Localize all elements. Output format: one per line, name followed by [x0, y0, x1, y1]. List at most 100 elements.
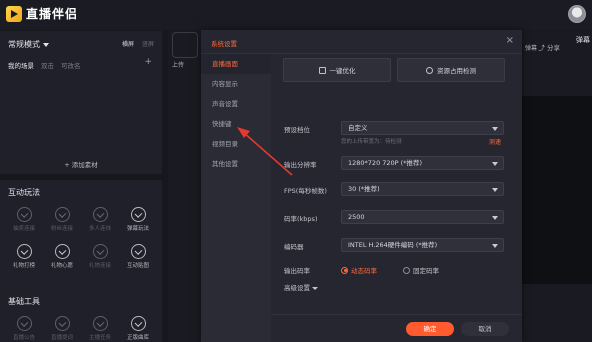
fixed-bitrate-label: 固定码率 [413, 267, 439, 275]
interactive-tool-label: 互动贴图 [126, 263, 149, 269]
preset-value: 自定义 [348, 124, 368, 132]
danmu-label[interactable]: 弹幕 [525, 43, 537, 52]
scene-panel: 常规模式 横屏 竖屏 我的场景 双击 可改名 + + 添加素材 [0, 31, 162, 174]
cancel-button[interactable]: 取消 [461, 322, 509, 336]
detect-icon [426, 66, 433, 74]
interactive-tool-icon [54, 207, 70, 222]
interactive-tool-label: 粉丝连接 [50, 226, 73, 232]
chevron-down-icon [492, 244, 498, 248]
interactive-tool-icon [16, 207, 32, 222]
sidebar-item[interactable]: 其他设置 [201, 154, 271, 174]
fps-select[interactable]: 30 (*推荐) [341, 182, 504, 196]
sidebar-item[interactable]: 快捷键 [201, 114, 271, 134]
app-name: 直播伴侣 [26, 7, 79, 21]
fps-label: FPS(每秒帧数) [284, 187, 327, 195]
tools-panel: 互动玩法 抽奖连接 粉丝连接 多人连线 弹幕玩法 礼物打榜 礼物心愿 礼物连接 互动贴图 基础… [0, 180, 162, 342]
interactive-tool[interactable]: 粉丝连接 [43, 207, 81, 237]
sidebar-item[interactable]: 声音设置 [201, 94, 271, 114]
chevron-down-icon [43, 42, 49, 47]
basic-tools: 直播公告 直播提词 主播任务 正版曲库 [5, 316, 157, 342]
interactive-tool-icon [130, 244, 146, 259]
top-bar: 直播伴侣 [0, 0, 592, 30]
dialog-footer: 确定 取消 [271, 314, 522, 342]
interactive-tool-label: 弹幕玩法 [126, 226, 149, 232]
view-portrait[interactable]: 竖屏 [142, 39, 154, 48]
resolution-value: 1280*720 720P (*推荐) [348, 159, 422, 167]
share-label: 分享 [547, 44, 560, 52]
advanced-settings-toggle[interactable]: 高级设置 [284, 282, 318, 292]
interactive-tool-icon [16, 244, 32, 259]
logo-icon [6, 5, 22, 22]
mode-label: 常规模式 [8, 40, 40, 49]
interactive-tool[interactable]: 弹幕玩法 [119, 207, 157, 237]
output-rate-label: 输出码率 [284, 267, 310, 275]
basic-tool-icon [54, 316, 70, 331]
interactive-tool[interactable]: 多人连线 [81, 207, 119, 237]
basic-tools-title: 基础工具 [8, 297, 40, 306]
resolution-label: 输出分辨率 [284, 161, 317, 169]
optimize-button[interactable]: 一键优化 [283, 58, 391, 82]
interactive-tool-label: 多人连线 [88, 226, 111, 232]
basic-tool-icon [92, 316, 108, 331]
dynamic-bitrate-radio[interactable]: 动态码率 [341, 265, 377, 275]
bitrate-select[interactable]: 2500 [341, 210, 504, 224]
basic-tool-label: 直播公告 [12, 335, 35, 341]
interactive-tool[interactable]: 礼物打榜 [5, 244, 43, 274]
avatar[interactable] [568, 5, 586, 23]
advanced-settings-label: 高级设置 [284, 284, 310, 292]
add-material-button[interactable]: + 添加素材 [0, 157, 162, 173]
encoder-value: INTEL H.264硬件编码 (*推荐) [348, 241, 438, 249]
share-button[interactable]: ⤴ 分享 [538, 42, 560, 52]
radio-unselected-icon [403, 266, 410, 274]
interactive-tool[interactable]: 互动贴图 [119, 244, 157, 274]
interactive-tool-icon [92, 207, 108, 222]
sidebar-item[interactable]: 直播画面 [201, 54, 271, 74]
app-logo: 直播伴侣 [6, 5, 78, 22]
basic-tool[interactable]: 直播公告 [5, 316, 43, 342]
interactive-tool-icon [130, 207, 146, 222]
scene-row: 我的场景 双击 可改名 [8, 60, 81, 70]
interactive-tool-icon [54, 244, 70, 259]
app-window: 直播伴侣 常规模式 横屏 竖屏 我的场景 双击 可改名 + + 添加素材 互动玩… [0, 0, 592, 342]
upload-icon[interactable] [172, 32, 198, 58]
scene-hint-2: 可改名 [61, 62, 81, 70]
basic-tool[interactable]: 主播任务 [81, 316, 119, 342]
settings-dialog: 系统设置 × 直播画面 内容显示 声音设置 快捷键 视频目录 其他设置 一键优化 资源占用… [201, 30, 522, 342]
bitrate-value: 2500 [348, 213, 365, 221]
fixed-bitrate-radio[interactable]: 固定码率 [403, 265, 439, 275]
chevron-down-icon [492, 127, 498, 131]
encoder-select[interactable]: INTEL H.264硬件编码 (*推荐) [341, 238, 504, 252]
encoder-label: 编码器 [284, 243, 304, 251]
mode-selector[interactable]: 常规模式 [8, 39, 49, 50]
detect-button[interactable]: 资源占用检测 [397, 58, 505, 82]
view-landscape[interactable]: 横屏 [122, 39, 134, 48]
interactive-tool[interactable]: 礼物心愿 [43, 244, 81, 274]
sidebar-item[interactable]: 内容显示 [201, 74, 271, 94]
interactive-tool[interactable]: 抽奖连接 [5, 207, 43, 237]
basic-tool[interactable]: 正版曲库 [119, 316, 157, 342]
interactive-tool[interactable]: 礼物连接 [81, 244, 119, 274]
close-icon[interactable]: × [506, 35, 514, 46]
optimize-label: 一键优化 [329, 67, 356, 75]
scene-title: 我的场景 [8, 62, 34, 70]
resolution-select[interactable]: 1280*720 720P (*推荐) [341, 156, 504, 170]
speed-test-link[interactable]: 测速 [489, 137, 501, 146]
settings-body: 一键优化 资源占用检测 预设档位 自定义 您的上传带宽为：待检测 测速 输出分辨… [271, 54, 522, 342]
basic-tool-label: 正版曲库 [126, 335, 149, 341]
sidebar-item[interactable]: 视频目录 [201, 134, 271, 154]
interactive-tool-icon [92, 244, 108, 259]
preset-label: 预设档位 [284, 126, 310, 134]
basic-tool[interactable]: 直播提词 [43, 316, 81, 342]
dynamic-bitrate-label: 动态码率 [351, 267, 377, 275]
detect-label: 资源占用检测 [437, 67, 476, 75]
interactive-tool-label: 抽奖连接 [12, 226, 35, 232]
chevron-down-icon [492, 188, 498, 192]
preset-select[interactable]: 自定义 [341, 121, 504, 135]
basic-tool-label: 直播提词 [50, 335, 73, 341]
chevron-down-icon [492, 162, 498, 166]
add-scene-icon[interactable]: + [144, 57, 152, 67]
interactive-tools: 抽奖连接 粉丝连接 多人连线 弹幕玩法礼物打榜 礼物心愿 礼物连接 互动贴图 [5, 207, 157, 274]
settings-sidebar: 直播画面 内容显示 声音设置 快捷键 视频目录 其他设置 [201, 54, 271, 342]
interactive-tool-label: 礼物打榜 [12, 263, 35, 269]
ok-button[interactable]: 确定 [406, 322, 454, 336]
